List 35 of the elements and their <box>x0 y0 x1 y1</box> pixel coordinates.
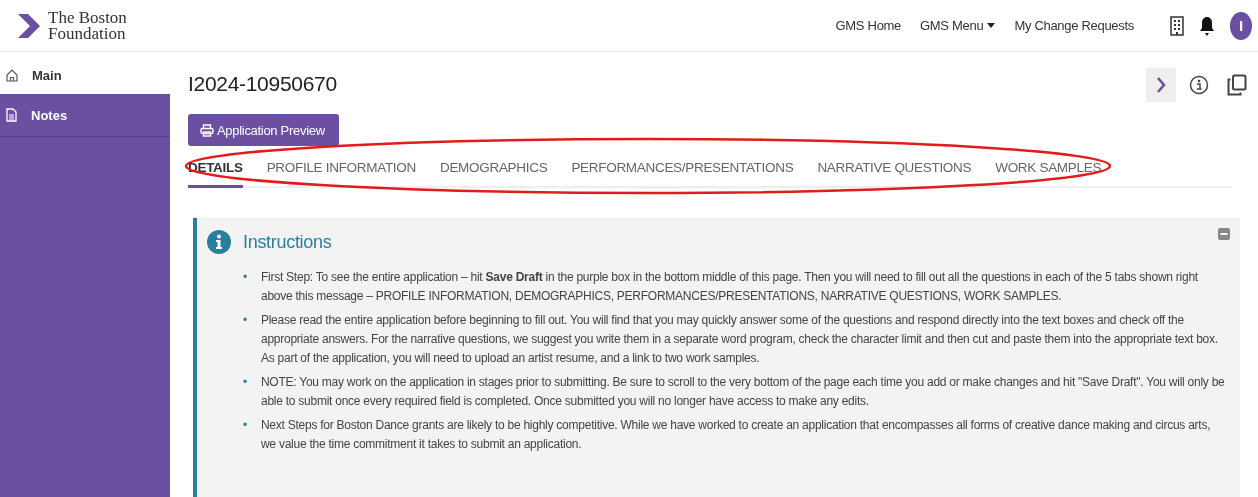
sidebar-item[interactable]: Notes <box>0 94 170 137</box>
bullet: • <box>243 312 247 329</box>
menu-dropdown[interactable]: GMS Menu <box>920 18 996 33</box>
document-icon <box>6 108 17 122</box>
tab[interactable]: WORK SAMPLES <box>995 160 1102 188</box>
tab[interactable]: PROFILE INFORMATION <box>266 160 416 188</box>
instruction-text: NOTE: You may work on the application in stages prior to submitting. Be sure to scroll to the very bottom of the page each time you add or make changes and hit "Save Draft". You will only be able to submit once every required field is completed. Once submitted you will no longer have access to make any edits. <box>260 374 1226 410</box>
user-avatar[interactable]: I <box>1230 11 1252 40</box>
logo-text: The Boston <box>48 9 127 26</box>
bell-icon[interactable] <box>1200 15 1214 36</box>
instruction-text: Please read the entire application before beginning to fill out. You will find that you may quickly answer some of the questions and respond directly into the text boxes and check off the appropriate answers. For the narrative questions, we suggest you write them in a separate word program, check the character limit and then cut and paste them into the appropriate text box. As part of the application, you will need to upload an artist resume, and a link to two work samples. <box>260 312 1219 367</box>
section-title: Instructions <box>243 231 332 253</box>
printer-icon <box>200 123 214 137</box>
tab[interactable]: NARRATIVE QUESTIONS <box>817 160 972 188</box>
bullet: • <box>243 417 247 434</box>
application-preview-button[interactable]: Application Preview <box>188 114 339 146</box>
tab[interactable]: DEMOGRAPHICS <box>439 160 548 188</box>
caret-icon <box>987 23 996 28</box>
building-icon[interactable] <box>1170 15 1184 36</box>
bullet: • <box>243 269 247 286</box>
chevron-right-icon[interactable] <box>1146 68 1176 102</box>
bullet: • <box>243 374 247 391</box>
page-title: I2024-10950670 <box>188 72 337 96</box>
tab[interactable]: DETAILS <box>188 160 243 188</box>
logo-icon <box>18 13 40 38</box>
tab[interactable]: PERFORMANCES/PRESENTATIONS <box>571 160 794 188</box>
home-icon <box>6 68 18 82</box>
instruction-text: Next Steps for Boston Dance grants are likely to be highly competitive. While we have worked to create an application that encompasses all forms of creative dance making and circus arts, we value the time commitment it takes to submit an application. <box>260 417 1212 453</box>
sidebar-item[interactable]: Main <box>0 56 170 94</box>
nav-link[interactable]: GMS Home <box>835 18 902 33</box>
minimize-icon[interactable] <box>1218 228 1230 240</box>
logo-text: Foundation <box>48 25 127 42</box>
nav-link[interactable]: My Change Requests <box>1014 18 1134 33</box>
info-icon <box>207 230 231 254</box>
instruction-text: First Step: To see the entire application – hit Save Draft in the purple box in the bottom middle of this page. Then you will need to fill out all the questions in each of the 5 tabs shown right above this message – PROFILE INFORMATION, DEMOGRAPHICS, PERFORMANCES/PRESENTATIONS, NARRATIVE QUESTIONS, WORK SAMPLES. <box>260 269 1199 305</box>
